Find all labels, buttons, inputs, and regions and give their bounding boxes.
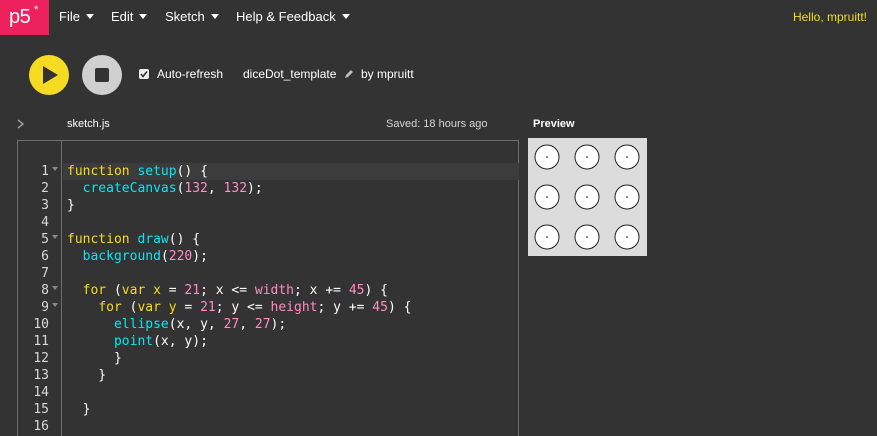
preview-point	[586, 196, 588, 198]
file-tab-name[interactable]: sketch.js	[67, 118, 110, 130]
line-number: 15	[33, 402, 49, 417]
code-line[interactable]: }	[67, 367, 106, 384]
chevron-down-icon	[85, 14, 94, 19]
menu-edit[interactable]: Edit	[111, 9, 148, 24]
menu-help-feedback[interactable]: Help & Feedback	[236, 9, 350, 24]
user-greeting[interactable]: Hello, mpruitt!	[793, 10, 867, 24]
fold-arrow-icon[interactable]	[52, 235, 58, 239]
p5-logo[interactable]: p5 *	[0, 0, 49, 35]
fold-arrow-icon[interactable]	[52, 286, 58, 290]
stop-button[interactable]	[82, 55, 122, 95]
auto-refresh-checkbox[interactable]	[139, 69, 149, 79]
menu-file-label: File	[59, 9, 80, 24]
code-line[interactable]: }	[67, 197, 75, 214]
preview-point	[626, 236, 628, 238]
preview-sketch-output	[534, 144, 640, 250]
line-number: 8	[41, 283, 49, 298]
preview-point	[626, 196, 628, 198]
menu-help-label: Help & Feedback	[236, 9, 336, 24]
menu-file[interactable]: File	[59, 9, 94, 24]
code-line[interactable]: ellipse(x, y, 27, 27);	[67, 316, 286, 333]
line-number: 5	[41, 232, 49, 247]
preview-point	[626, 156, 628, 158]
line-number: 11	[33, 334, 49, 349]
preview-point	[586, 156, 588, 158]
line-number: 7	[41, 266, 49, 281]
menu-sketch-label: Sketch	[165, 9, 205, 24]
line-number: 14	[33, 385, 49, 400]
menu-edit-label: Edit	[111, 9, 134, 24]
auto-refresh-label: Auto-refresh	[157, 67, 224, 81]
line-number: 4	[41, 215, 49, 230]
preview-point	[546, 156, 548, 158]
save-status: Saved: 18 hours ago	[386, 118, 488, 130]
line-number: 2	[41, 181, 49, 196]
line-number: 16	[33, 419, 49, 434]
pencil-icon[interactable]	[344, 69, 354, 79]
preview-point	[586, 236, 588, 238]
fold-arrow-icon[interactable]	[52, 167, 58, 171]
logo-asterisk: *	[34, 4, 39, 16]
code-line[interactable]: }	[67, 401, 91, 418]
line-number: 1	[41, 164, 49, 179]
line-number: 12	[33, 351, 49, 366]
code-line[interactable]: background(220);	[67, 248, 208, 265]
preview-point	[546, 196, 548, 198]
play-icon	[43, 66, 58, 84]
fold-arrow-icon[interactable]	[52, 303, 58, 307]
stop-icon	[95, 68, 109, 82]
code-editor[interactable]: 1 2 3 4 5 6 7 8 9 10 11 12 13 14 15 16 function setup()…	[17, 140, 519, 436]
code-line[interactable]: createCanvas(132, 132);	[67, 180, 263, 197]
line-number: 10	[33, 317, 49, 332]
chevron-down-icon	[139, 14, 148, 19]
logo-text: p5	[9, 6, 31, 28]
code-line[interactable]: function setup() {	[67, 163, 208, 180]
sketch-owner: by mpruitt	[361, 67, 414, 81]
chevron-down-icon	[210, 14, 219, 19]
sketch-name[interactable]: diceDot_template	[243, 67, 336, 81]
code-line[interactable]: }	[67, 350, 122, 367]
play-button[interactable]	[29, 55, 69, 95]
line-number: 3	[41, 198, 49, 213]
code-line[interactable]: point(x, y);	[67, 333, 208, 350]
code-line[interactable]: function draw() {	[67, 231, 200, 248]
preview-point	[546, 236, 548, 238]
line-number: 9	[41, 300, 49, 315]
preview-canvas[interactable]	[528, 138, 647, 256]
code-line[interactable]: for (var x = 21; x <= width; x += 45) {	[67, 282, 388, 299]
checkmark-icon	[140, 71, 148, 78]
chevron-right-icon[interactable]	[17, 119, 25, 129]
line-number: 6	[41, 249, 49, 264]
line-number: 13	[33, 368, 49, 383]
menu-sketch[interactable]: Sketch	[165, 9, 219, 24]
preview-label: Preview	[533, 118, 575, 130]
code-line[interactable]: for (var y = 21; y <= height; y += 45) {	[67, 299, 411, 316]
chevron-down-icon	[341, 14, 350, 19]
top-nav: p5 * File Edit Sketch Help & Feedback He…	[0, 0, 877, 35]
